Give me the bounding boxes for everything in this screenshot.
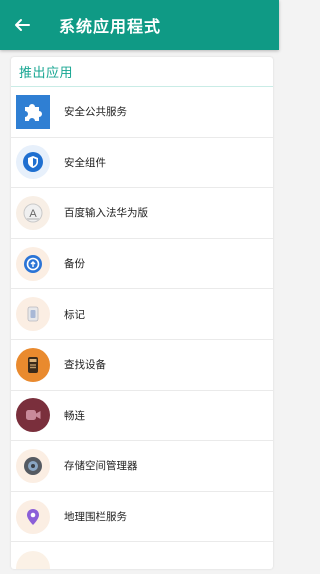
app-bar: 系统应用程式 [0,0,279,50]
list-item[interactable]: 备份 [11,239,273,290]
page-title: 系统应用程式 [59,17,162,36]
list-item-label: 百度输入法华为版 [64,207,148,220]
meetime-icon [16,398,50,433]
keyboard-a-icon: A [16,195,50,230]
back-arrow-icon [15,19,30,31]
list-item[interactable]: 存储空间管理器 [11,441,273,492]
list-item[interactable]: 标记 [11,289,273,340]
list-item[interactable]: 查找设备 [11,340,273,391]
backup-icon [16,246,50,281]
list-item-label: 安全组件 [64,156,106,169]
list-item-label: 标记 [64,308,85,321]
list-item[interactable]: 安全公共服务 [11,87,273,138]
list-item-label: 查找设备 [64,359,106,372]
list-item[interactable]: A 百度输入法华为版 [11,188,273,239]
list-item[interactable]: 畅连 [11,391,273,442]
tag-icon [16,297,50,332]
back-button[interactable] [0,0,44,50]
shield-icon [16,145,50,180]
section-header: 推出应用 [11,57,273,87]
next-app-icon [16,550,50,569]
list-item-label: 地理围栏服务 [64,511,127,524]
list-item[interactable]: 安全组件 [11,138,273,189]
list-item[interactable] [11,542,273,569]
list-item-label: 备份 [64,258,85,271]
list-item-label: 存储空间管理器 [64,460,138,473]
app-list-card: 推出应用 安全公共服务 安全组件 A 百度输入法华为版 备份 标记 查找设备 畅… [11,57,273,569]
storage-icon [16,448,50,483]
location-icon [16,499,50,534]
list-item[interactable]: 地理围栏服务 [11,492,273,543]
list-item-label: 畅连 [64,409,85,422]
find-device-icon [16,347,50,382]
list-item-label: 安全公共服务 [64,106,127,119]
puzzle-icon [16,94,50,129]
